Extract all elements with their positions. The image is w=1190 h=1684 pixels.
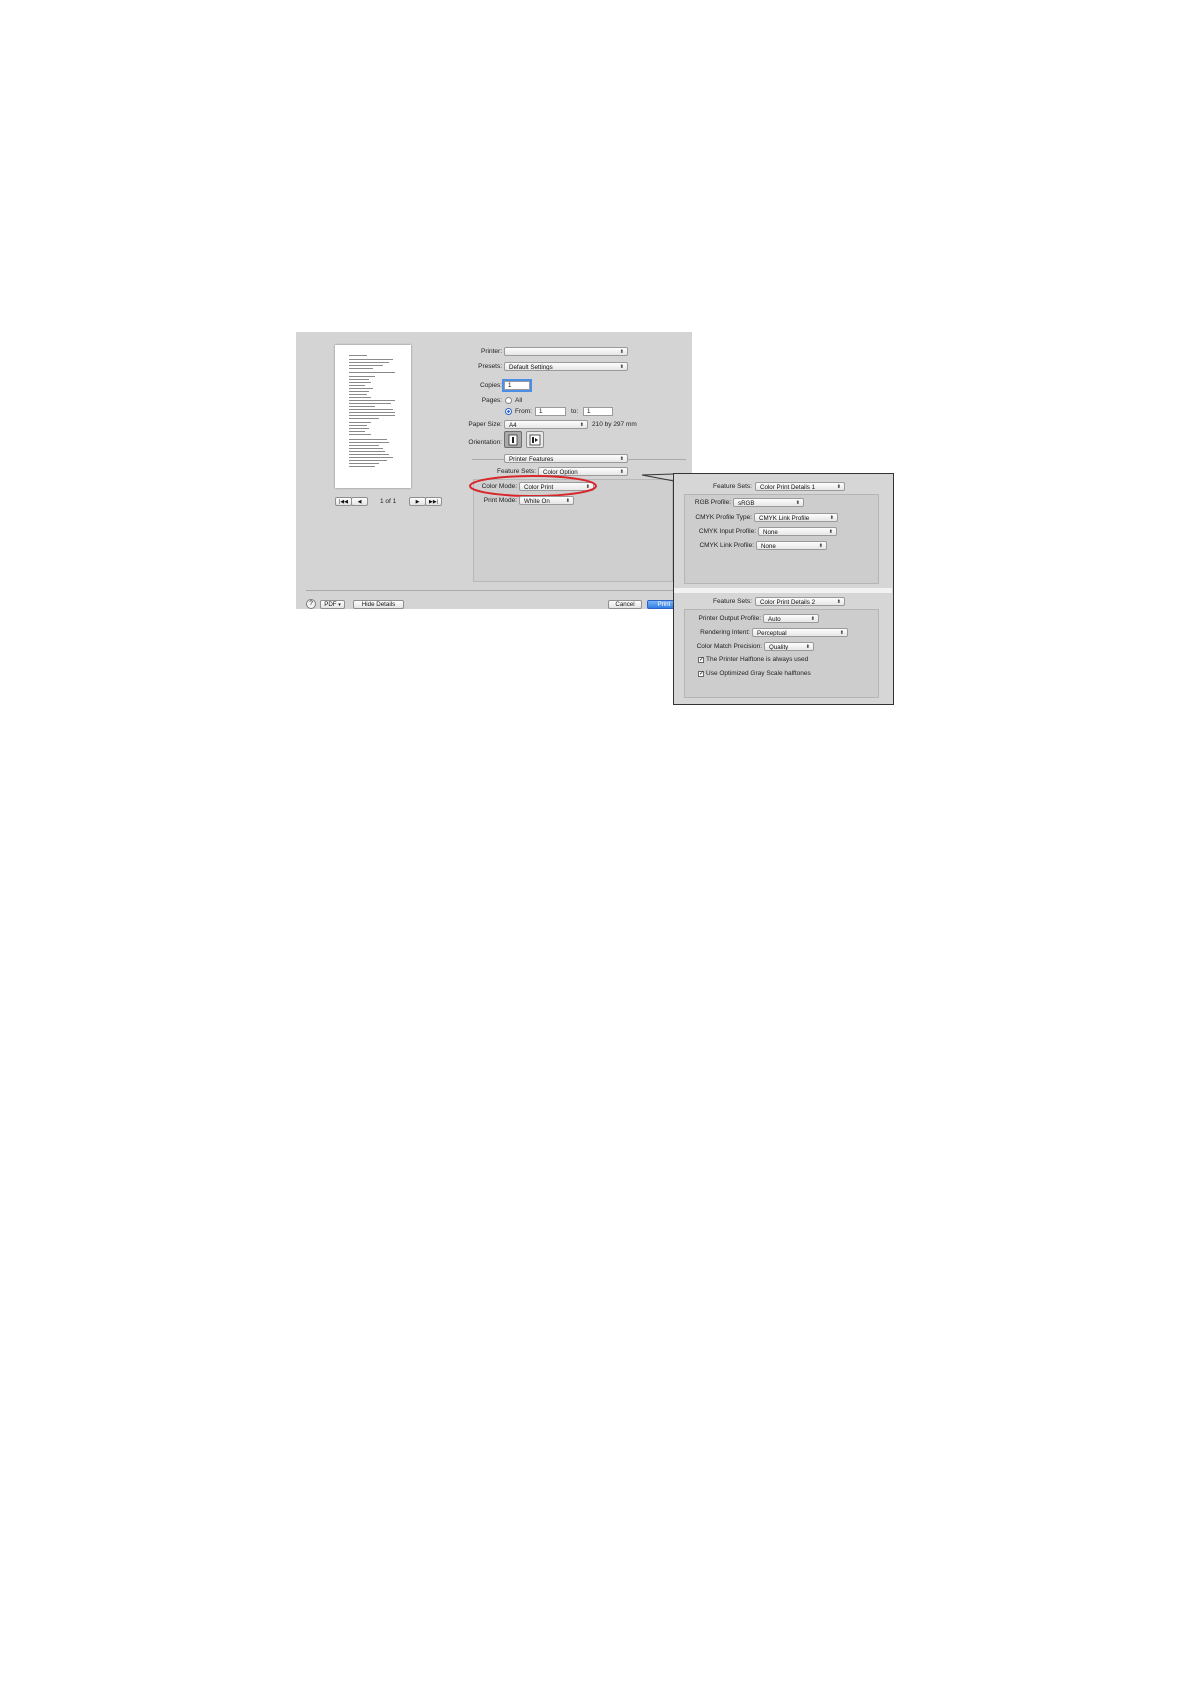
color-match-precision-label: Color Match Precision: [696, 643, 762, 650]
pages-from-field[interactable]: 1 [535, 407, 566, 416]
rendering-intent-value: Perceptual [757, 630, 787, 637]
cancel-button[interactable]: Cancel [608, 600, 642, 609]
help-button[interactable]: ? [306, 599, 316, 609]
hide-details-button[interactable]: Hide Details [353, 600, 404, 609]
portrait-orientation-button[interactable] [504, 431, 522, 448]
updown-arrow-icon: ⬍ [619, 364, 624, 370]
presets-select[interactable]: Default Settings ⬍ [504, 362, 628, 371]
printer-halftone-label: The Printer Halftone is always used [706, 656, 809, 663]
copies-label: Copies: [479, 382, 502, 389]
cmyk-link-profile-select[interactable]: None ⬍ [756, 541, 827, 550]
pdf-button-label: PDF [324, 601, 337, 608]
paper-size-dims: 210 by 297 mm [592, 421, 637, 428]
printer-label: Printer: [481, 348, 502, 355]
updown-arrow-icon: ⬍ [619, 456, 624, 462]
pages-from-label: From: [515, 408, 532, 415]
printer-output-profile-value: Auto [768, 616, 781, 623]
updown-arrow-icon: ⬍ [805, 644, 810, 650]
paper-size-select[interactable]: A4 ⬍ [504, 420, 588, 429]
print-mode-select[interactable]: White On ⬍ [519, 496, 574, 505]
details1-feature-sets-label: Feature Sets: [712, 483, 752, 490]
gray-halftone-label: Use Optimized Gray Scale halftones [706, 670, 811, 677]
updown-arrow-icon: ⬍ [619, 349, 624, 355]
copies-field[interactable]: 1 [502, 379, 532, 392]
pdf-button[interactable]: PDF ▾ [320, 600, 345, 609]
updown-arrow-icon: ⬍ [579, 422, 584, 428]
presets-select-value: Default Settings [509, 364, 553, 371]
cmyk-link-profile-value: None [761, 543, 776, 550]
help-icon: ? [309, 600, 313, 607]
next-page-button[interactable]: ▶ [409, 497, 426, 506]
updown-arrow-icon: ⬍ [810, 616, 815, 622]
rendering-intent-label: Rendering Intent: [700, 629, 750, 636]
presets-label: Presets: [478, 363, 502, 370]
gray-halftone-checkbox[interactable]: ✓ [698, 671, 704, 677]
pages-from-radio[interactable] [505, 408, 512, 415]
page-counter: 1 of 1 [380, 498, 397, 505]
details1-feature-sets-value: Color Print Details 1 [760, 484, 816, 491]
prev-page-button[interactable]: ◀ [351, 497, 368, 506]
details2-feature-sets-value: Color Print Details 2 [760, 599, 816, 606]
print-mode-label: Print Mode: [483, 497, 517, 504]
color-match-precision-value: Quality [769, 644, 789, 651]
printer-halftone-checkbox[interactable]: ✓ [698, 657, 704, 663]
rendering-intent-select[interactable]: Perceptual ⬍ [752, 628, 848, 637]
printer-select[interactable]: ⬍ [504, 347, 628, 356]
printer-output-profile-label: Printer Output Profile: [698, 615, 762, 622]
cmyk-input-profile-value: None [763, 529, 778, 536]
cmyk-input-profile-select[interactable]: None ⬍ [758, 527, 837, 536]
chevron-down-icon: ▾ [338, 602, 341, 608]
section-select[interactable]: Printer Features ⬍ [504, 454, 628, 463]
print-dialog: |◀◀ ◀ 1 of 1 ▶ ▶▶| Printer: ⬍ Presets: D… [296, 332, 692, 609]
rgb-profile-label: RGB Profile: [694, 499, 731, 506]
pages-to-label: to: [571, 408, 579, 415]
pages-all-radio[interactable] [505, 397, 512, 404]
updown-arrow-icon: ⬍ [828, 529, 833, 535]
rgb-profile-value: sRGB [738, 500, 755, 507]
page-preview [335, 345, 411, 488]
details1-feature-sets-select[interactable]: Color Print Details 1 ⬍ [755, 482, 845, 491]
rgb-profile-select[interactable]: sRGB ⬍ [733, 498, 804, 507]
first-page-button[interactable]: |◀◀ [335, 497, 352, 506]
details2-feature-sets-select[interactable]: Color Print Details 2 ⬍ [755, 597, 845, 606]
updown-arrow-icon: ⬍ [818, 543, 823, 549]
updown-arrow-icon: ⬍ [829, 515, 834, 521]
orientation-label: Orientation: [468, 439, 502, 446]
portrait-icon [508, 434, 518, 446]
pages-all-label: All [515, 397, 523, 404]
updown-arrow-icon: ⬍ [795, 500, 800, 506]
updown-arrow-icon: ⬍ [836, 599, 841, 605]
color-match-precision-select[interactable]: Quality ⬍ [764, 642, 814, 651]
cmyk-profile-type-label: CMYK Profile Type: [695, 514, 752, 521]
highlight-ellipse [469, 475, 597, 497]
updown-arrow-icon: ⬍ [565, 498, 570, 504]
feature-sets-callout: Feature Sets: Color Print Details 1 ⬍ RG… [673, 473, 894, 705]
cmyk-input-profile-label: CMYK Input Profile: [698, 528, 756, 535]
details1-pane [684, 494, 879, 584]
cmyk-link-profile-label: CMYK Link Profile: [699, 542, 754, 549]
details2-feature-sets-label: Feature Sets: [712, 598, 752, 605]
callout-pane-divider [674, 588, 892, 593]
pages-label: Pages: [481, 397, 502, 404]
updown-arrow-icon: ⬍ [619, 469, 624, 475]
updown-arrow-icon: ⬍ [839, 630, 844, 636]
bottom-divider [306, 590, 682, 591]
pages-to-field[interactable]: 1 [583, 407, 613, 416]
landscape-icon [529, 434, 541, 446]
cmyk-profile-type-select[interactable]: CMYK Link Profile ⬍ [754, 513, 838, 522]
paper-size-select-value: A4 [509, 422, 517, 429]
updown-arrow-icon: ⬍ [836, 484, 841, 490]
section-select-value: Printer Features [509, 456, 554, 463]
cmyk-profile-type-value: CMYK Link Profile [759, 515, 810, 522]
landscape-orientation-button[interactable] [526, 431, 544, 448]
printer-output-profile-select[interactable]: Auto ⬍ [763, 614, 819, 623]
print-mode-select-value: White On [524, 498, 550, 505]
paper-size-label: Paper Size: [468, 421, 502, 428]
last-page-button[interactable]: ▶▶| [425, 497, 442, 506]
